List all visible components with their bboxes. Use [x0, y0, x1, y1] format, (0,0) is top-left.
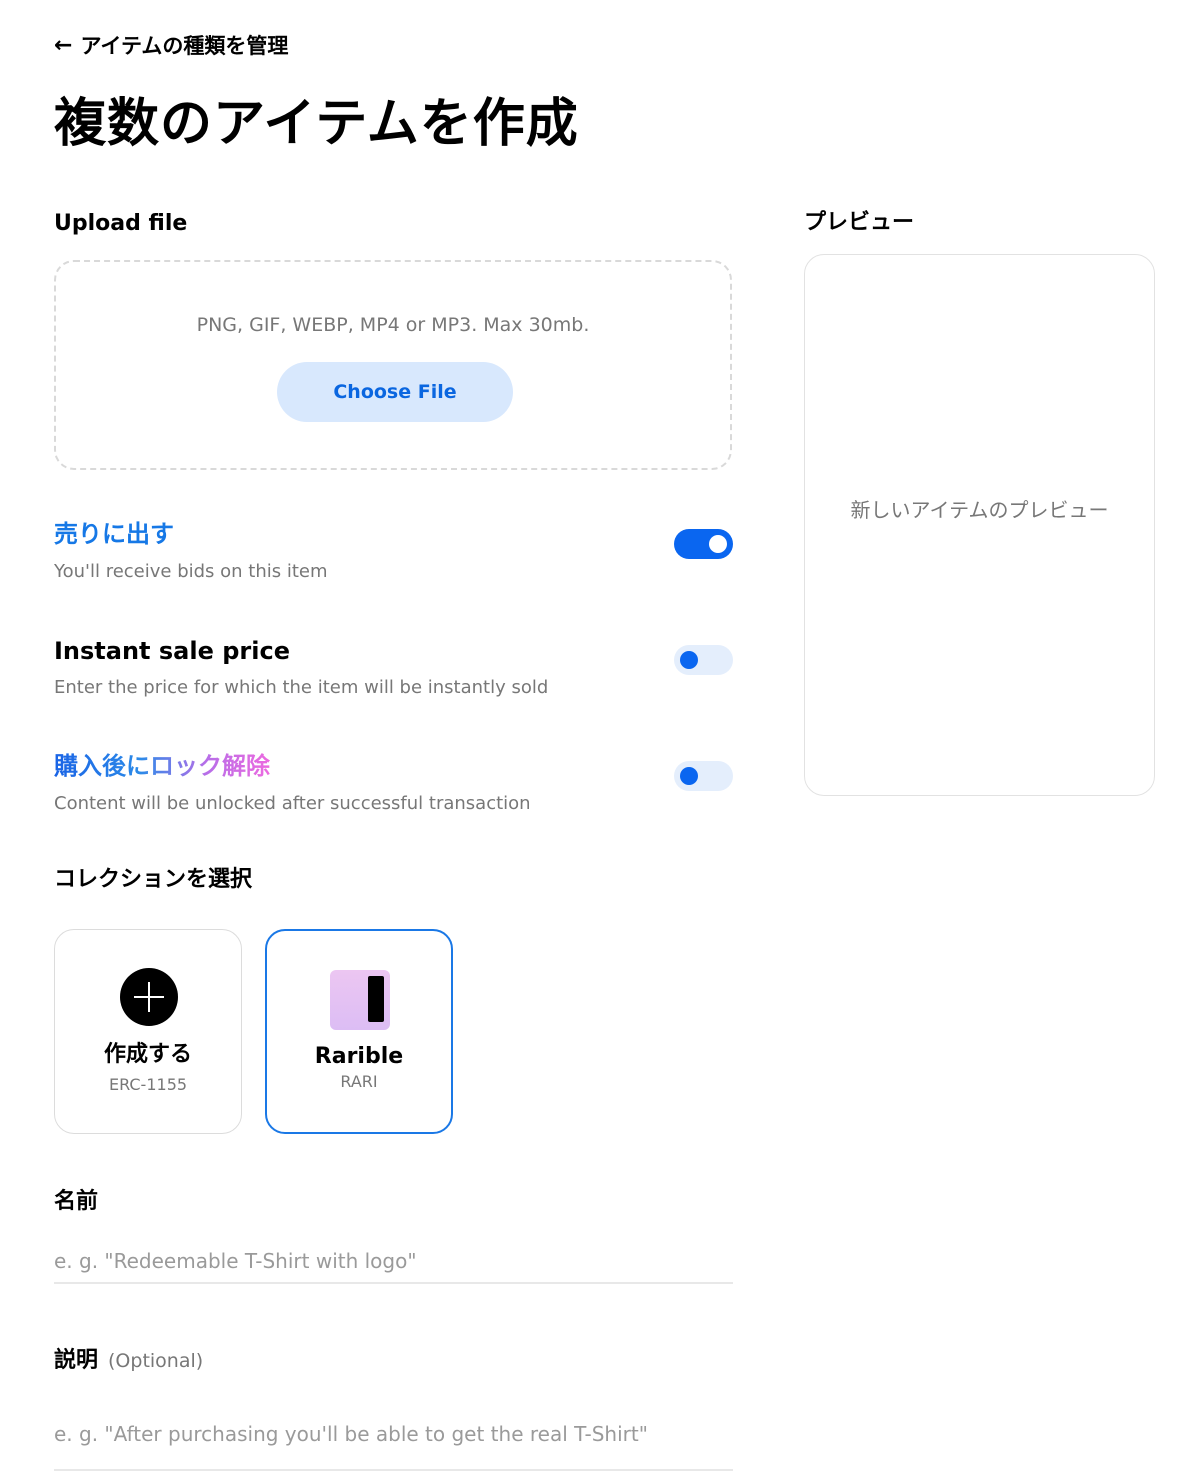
plus-icon	[120, 968, 178, 1026]
toggle-knob	[709, 535, 727, 553]
put-on-sale-toggle[interactable]	[674, 529, 733, 559]
collection-card-sub: RARI	[340, 1072, 378, 1091]
collection-card-rarible[interactable]: Rarible RARI	[265, 929, 453, 1134]
upload-hint: PNG, GIF, WEBP, MP4 or MP3. Max 30mb.	[196, 314, 590, 336]
instant-sale-title: Instant sale price	[54, 637, 290, 665]
toggle-knob	[680, 651, 698, 669]
name-input[interactable]	[54, 1240, 733, 1284]
instant-sale-toggle[interactable]	[674, 645, 733, 675]
collection-card-sub: ERC-1155	[108, 1075, 188, 1094]
arrow-left-icon: ←	[54, 33, 73, 58]
instant-sale-description: Enter the price for which the item will …	[54, 677, 549, 698]
collection-card-create[interactable]: 作成する ERC-1155	[54, 929, 242, 1134]
unlock-once-purchased-toggle[interactable]	[674, 761, 733, 791]
collection-card-name: 作成する	[103, 1042, 192, 1067]
name-label: 名前	[54, 1189, 99, 1214]
preview-placeholder-text: 新しいアイテムのプレビュー	[850, 498, 1109, 522]
description-input[interactable]	[54, 1399, 733, 1471]
optional-tag: (Optional)	[108, 1350, 204, 1372]
unlock-once-purchased-description: Content will be unlocked after successfu…	[54, 793, 531, 814]
preview-panel: 新しいアイテムのプレビュー	[804, 254, 1155, 796]
back-link-label: アイテムの種類を管理	[80, 34, 289, 58]
page-title: 複数のアイテムを作成	[54, 94, 579, 154]
upload-dropzone[interactable]: PNG, GIF, WEBP, MP4 or MP3. Max 30mb. Ch…	[54, 260, 732, 470]
toggle-knob	[680, 767, 698, 785]
upload-heading: Upload file	[54, 211, 188, 236]
description-label-text: 説明	[54, 1348, 99, 1373]
description-label: 説明 (Optional)	[54, 1346, 203, 1376]
choose-file-button[interactable]: Choose File	[277, 362, 513, 422]
preview-heading: プレビュー	[804, 210, 915, 235]
rarible-logo-icon	[330, 970, 390, 1030]
collection-card-name: Rarible	[314, 1044, 404, 1069]
unlock-once-purchased-title: 購入後にロック解除	[54, 752, 270, 780]
put-on-sale-title: 売りに出す	[54, 520, 174, 548]
back-link[interactable]: ← アイテムの種類を管理	[54, 32, 288, 60]
collection-heading: コレクションを選択	[54, 867, 253, 892]
put-on-sale-description: You'll receive bids on this item	[54, 561, 328, 582]
